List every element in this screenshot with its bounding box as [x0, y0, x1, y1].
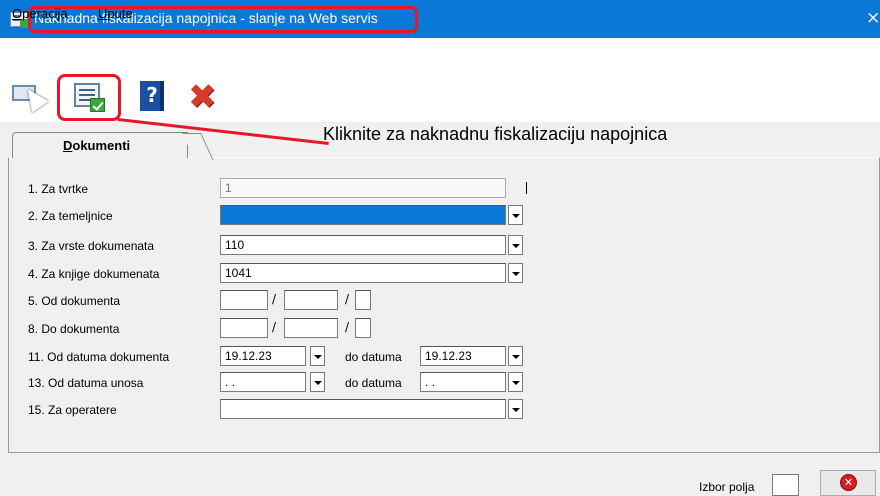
do-dokumenta-part1[interactable] [220, 318, 268, 338]
row-za-operatere: 15. Za operatere [0, 399, 880, 421]
row-od-datuma-dokumenta: 11. Od datuma dokumenta 19.12.23 do datu… [0, 346, 880, 368]
od-dokumenta-part1[interactable] [220, 290, 268, 310]
label-do-datuma-dokumenta: do datuma [345, 350, 402, 364]
menu-bar [0, 38, 880, 66]
do-dokumenta-part3[interactable] [355, 318, 371, 338]
label-za-temeljnice: 2. Za temeljnice [28, 209, 113, 223]
do-dokumenta-slash2: / [345, 320, 350, 334]
od-dokumenta-part2[interactable] [284, 290, 338, 310]
za-temeljnice-input[interactable] [220, 205, 506, 225]
do-datuma-dokumenta-input[interactable]: 19.12.23 [420, 346, 506, 366]
label-od-dokumenta: 5. Od dokumenta [28, 294, 121, 308]
label-za-vrste: 3. Za vrste dokumenata [28, 239, 155, 253]
label-od-datuma-dokumenta: 11. Od datuma dokumenta [28, 350, 170, 364]
row-za-tvrtke: 1. Za tvrtke 1 [0, 178, 880, 200]
od-datuma-dokumenta-input[interactable]: 19.12.23 [220, 346, 306, 366]
text-cursor [526, 182, 527, 194]
label-za-operatere: 15. Za operatere [28, 403, 117, 417]
za-temeljnice-dropdown[interactable] [508, 205, 523, 225]
row-od-dokumenta: 5. Od dokumenta / / [0, 290, 880, 312]
row-od-datuma-unosa: 13. Od datuma unosa . . do datuma . . [0, 372, 880, 394]
cancel-icon: ✕ [840, 474, 857, 491]
row-do-dokumenta: 8. Do dokumenta / / [0, 318, 880, 340]
row-za-temeljnice: 2. Za temeljnice [0, 205, 880, 227]
callout-text: Kliknite za naknadnu fiskalizaciju napoj… [323, 124, 668, 144]
izbor-polja-label: Izbor polja [699, 480, 755, 494]
row-za-knjige: 4. Za knjige dokumenata 1041 [0, 263, 880, 285]
pointer-icon[interactable] [10, 77, 49, 115]
do-dokumenta-part2[interactable] [284, 318, 338, 338]
do-datuma-unosa-dropdown[interactable] [508, 372, 523, 392]
do-datuma-dokumenta-dropdown[interactable] [508, 346, 523, 366]
toolbar-highlight-annotation [57, 74, 121, 121]
za-vrste-dropdown[interactable] [508, 235, 523, 255]
label-do-datuma-unosa: do datuma [345, 376, 402, 390]
izbor-polja-input[interactable] [772, 474, 799, 496]
label-od-datuma-unosa: 13. Od datuma unosa [28, 376, 144, 390]
delete-x-icon[interactable]: ✖ [184, 77, 222, 117]
toolbar: ? ✖ [0, 66, 880, 122]
do-datuma-unosa-input[interactable]: . . [420, 372, 506, 392]
help-book-icon[interactable]: ? [134, 77, 172, 115]
od-dokumenta-slash2: / [345, 292, 350, 306]
od-datuma-dokumenta-dropdown[interactable] [310, 346, 325, 366]
title-highlight-annotation [28, 6, 418, 33]
row-za-vrste: 3. Za vrste dokumenata 110 [0, 235, 880, 257]
za-operatere-dropdown[interactable] [508, 399, 523, 419]
label-za-knjige: 4. Za knjige dokumenata [28, 267, 160, 281]
od-dokumenta-slash1: / [272, 292, 277, 306]
za-knjige-input[interactable]: 1041 [220, 263, 506, 283]
cancel-button[interactable]: ✕ [820, 470, 876, 496]
od-dokumenta-part3[interactable] [355, 290, 371, 310]
label-za-tvrtke: 1. Za tvrtke [28, 182, 89, 196]
do-dokumenta-slash1: / [272, 320, 277, 334]
od-datuma-unosa-input[interactable]: . . [220, 372, 306, 392]
za-vrste-input[interactable]: 110 [220, 235, 506, 255]
tab-dokumenti-label: Dokumenti [63, 138, 131, 153]
menu-upute[interactable]: Upute [98, 6, 133, 21]
za-knjige-dropdown[interactable] [508, 263, 523, 283]
menu-operacija[interactable]: Operacija [12, 6, 68, 21]
za-operatere-input[interactable] [220, 399, 506, 419]
za-tvrtke-input[interactable]: 1 [220, 178, 506, 198]
od-datuma-unosa-dropdown[interactable] [310, 372, 325, 392]
close-icon[interactable]: × [866, 8, 880, 28]
label-do-dokumenta: 8. Do dokumenta [28, 322, 120, 336]
